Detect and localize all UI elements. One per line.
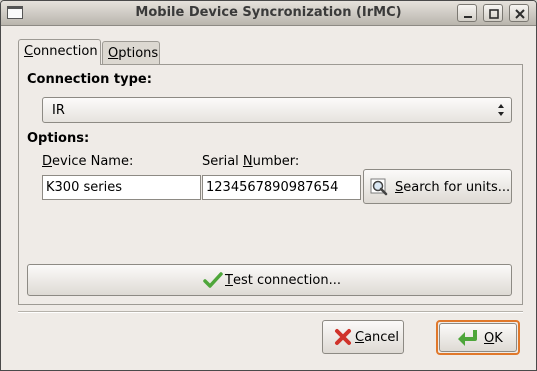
cancel-button[interactable]: Cancel <box>322 320 404 354</box>
title-bar[interactable]: Mobile Device Syncronization (IrMC) <box>1 1 536 26</box>
ok-button[interactable]: OK <box>439 323 517 352</box>
serial-number-input[interactable]: 1234567890987654 <box>202 175 361 200</box>
tab-options[interactable]: Options <box>102 41 160 65</box>
device-name-mnemonic: D <box>42 154 53 169</box>
serial-mnemonic: N <box>242 154 253 169</box>
tab-options-mnemonic: O <box>108 46 119 61</box>
dialog-window: Mobile Device Syncronization (IrMC) Conn… <box>0 0 537 371</box>
tab-connection-label: onnection <box>33 44 98 59</box>
connection-type-select[interactable]: IR <box>42 97 512 123</box>
window-title: Mobile Device Syncronization (IrMC) <box>135 5 402 20</box>
search-mnemonic: S <box>395 179 404 195</box>
serial-label-text: umber: <box>252 154 300 169</box>
maximize-button[interactable] <box>483 4 503 22</box>
connection-type-value: IR <box>52 103 65 118</box>
tab-connection[interactable]: Connection <box>18 39 101 65</box>
device-name-input[interactable]: K300 series <box>42 175 201 200</box>
close-icon <box>515 9 525 19</box>
enter-arrow-icon <box>458 330 477 346</box>
cancel-x-icon <box>335 329 351 345</box>
separator <box>18 311 523 313</box>
device-name-label-text: evice Name: <box>52 154 134 169</box>
serial-number-label: Serial Number: <box>202 154 299 169</box>
minimize-icon <box>464 16 472 18</box>
test-button-label: est connection... <box>232 272 341 288</box>
cancel-mnemonic: C <box>355 329 365 345</box>
serial-label-before: Serial <box>202 154 243 169</box>
select-arrows-icon <box>498 104 504 116</box>
minimize-button[interactable] <box>457 4 477 22</box>
ok-button-label: K <box>494 330 503 346</box>
tab-options-label: ptions <box>118 46 159 61</box>
cancel-button-label: ancel <box>364 329 400 345</box>
close-button[interactable] <box>509 4 529 22</box>
options-label: Options: <box>27 131 90 146</box>
search-button-label: earch for units... <box>403 179 511 195</box>
device-name-label: Device Name: <box>42 154 133 169</box>
test-mnemonic: T <box>225 272 233 288</box>
test-connection-button[interactable]: Test connection... <box>27 264 512 296</box>
search-for-units-button[interactable]: Search for units... <box>363 169 512 204</box>
maximize-icon <box>489 9 499 19</box>
ok-mnemonic: O <box>484 330 495 346</box>
search-icon <box>370 178 388 196</box>
connection-type-label: Connection type: <box>27 72 152 87</box>
checkmark-icon <box>203 272 223 288</box>
tab-connection-mnemonic: C <box>24 44 34 59</box>
